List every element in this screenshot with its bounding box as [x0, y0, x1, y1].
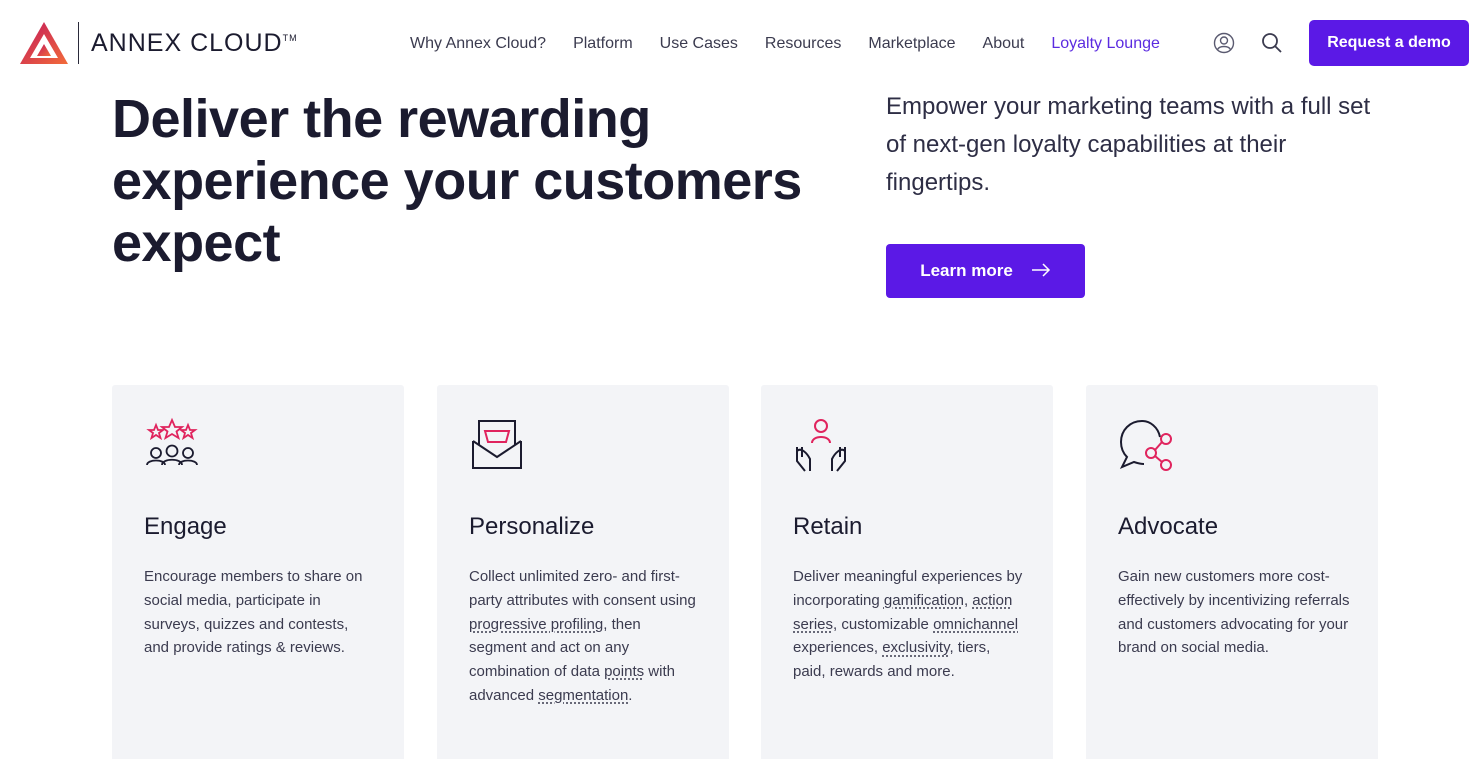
feature-card-engage: Engage Encourage members to share on soc…: [112, 385, 404, 759]
feature-card-retain: Retain Deliver meaningful experiences by…: [761, 385, 1053, 759]
nav-resources[interactable]: Resources: [765, 35, 841, 53]
points-link[interactable]: points: [604, 663, 644, 680]
nav-why-annex-cloud[interactable]: Why Annex Cloud?: [410, 35, 546, 53]
learn-more-label: Learn more: [920, 261, 1013, 280]
card-title: Retain: [793, 513, 863, 540]
top-navigation: ANNEX CLOUDTM Why Annex Cloud? Platform …: [0, 0, 1480, 88]
nav-loyalty-lounge[interactable]: Loyalty Lounge: [1051, 35, 1160, 53]
logo-divider: [78, 22, 79, 64]
feature-card-advocate: Advocate Gain new customers more cost-ef…: [1086, 385, 1378, 759]
arrow-right-icon: [1031, 260, 1051, 283]
brand-logo[interactable]: ANNEX CLOUDTM: [20, 22, 298, 64]
learn-more-button[interactable]: Learn more: [886, 244, 1085, 298]
exclusivity-link[interactable]: exclusivity: [882, 639, 949, 656]
envelope-cart-icon: [472, 420, 522, 469]
user-icon[interactable]: [1213, 32, 1235, 54]
card-title: Personalize: [469, 513, 595, 540]
segmentation-link[interactable]: segmentation: [538, 687, 628, 704]
brand-name: ANNEX CLOUDTM: [91, 28, 298, 57]
stars-group-icon: [146, 417, 198, 466]
progressive-profiling-link[interactable]: progressive profiling: [469, 616, 603, 633]
nav-platform[interactable]: Platform: [573, 35, 633, 53]
card-title: Engage: [144, 513, 227, 540]
request-demo-button[interactable]: Request a demo: [1309, 20, 1469, 66]
annex-cloud-logo-icon: [20, 22, 68, 64]
card-description: Deliver meaningful experiences by incorp…: [793, 568, 1023, 681]
main-menu: Why Annex Cloud? Platform Use Cases Reso…: [410, 35, 1187, 53]
chat-share-icon: [1119, 419, 1172, 471]
hero-subtitle: Empower your marketing teams with a full…: [886, 93, 1371, 196]
card-description: Collect unlimited zero- and first-party …: [469, 568, 696, 704]
nav-marketplace[interactable]: Marketplace: [868, 35, 955, 53]
card-title: Advocate: [1118, 513, 1219, 540]
gamification-link[interactable]: gamification: [884, 592, 964, 609]
nav-about[interactable]: About: [983, 35, 1025, 53]
hero-title: Deliver the rewarding experience your cu…: [112, 89, 802, 273]
search-icon[interactable]: [1261, 32, 1283, 54]
nav-use-cases[interactable]: Use Cases: [660, 35, 738, 53]
card-description: Encourage members to share on social med…: [144, 568, 363, 657]
omnichannel-link[interactable]: omnichannel: [933, 616, 1018, 633]
hands-person-icon: [796, 419, 846, 472]
feature-card-personalize: Personalize Collect unlimited zero- and …: [437, 385, 729, 759]
card-description: Gain new customers more cost-effectively…: [1118, 568, 1350, 657]
